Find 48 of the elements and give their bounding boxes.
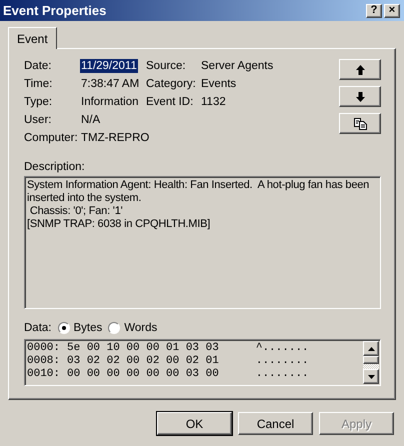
field-value: 7:38:47 AM bbox=[80, 77, 140, 91]
hex-bytes: 03 02 02 00 02 00 02 01 bbox=[67, 355, 219, 368]
dialog-button[interactable]: Cancel bbox=[238, 412, 313, 435]
field-label: Date: bbox=[24, 59, 52, 73]
field-value: 11/29/2011 bbox=[80, 59, 138, 73]
field-label: Category: bbox=[146, 77, 197, 91]
field-value: 1132 bbox=[200, 95, 227, 109]
radio-button[interactable] bbox=[108, 322, 120, 334]
close-button[interactable]: × bbox=[384, 4, 400, 18]
offset-text: 0008: bbox=[27, 355, 60, 368]
ascii-text: ^....... bbox=[256, 342, 309, 355]
offset-text: 0010: bbox=[27, 368, 60, 381]
radio-button[interactable] bbox=[58, 322, 70, 334]
ascii-text: ........ bbox=[256, 355, 309, 368]
scrollbar[interactable] bbox=[363, 341, 379, 384]
field-value: Information bbox=[80, 95, 140, 109]
scroll-up-icon bbox=[368, 346, 374, 350]
dialog-button[interactable]: OK bbox=[157, 412, 232, 435]
help-button[interactable]: ? bbox=[366, 4, 382, 18]
copy-button[interactable] bbox=[339, 113, 381, 134]
description-box[interactable]: System Information Agent: Health: Fan Inserted. A hot-plug fan has been inserted into the system. Chassis: '0'; Fan: '1' [SNMP TRAP: 6038 in CPQHLTH.MIB] bbox=[24, 176, 381, 309]
field-value: Events bbox=[200, 77, 238, 91]
tab[interactable]: Event bbox=[8, 27, 57, 49]
radio-label[interactable]: Words bbox=[124, 322, 158, 334]
field-value: TMZ-REPRO bbox=[80, 131, 150, 145]
next-button[interactable] bbox=[339, 86, 381, 107]
hex-bytes: 5e 00 10 00 00 01 03 03 bbox=[67, 342, 219, 355]
previous-button[interactable] bbox=[339, 59, 381, 80]
field-label: User: bbox=[24, 113, 52, 127]
field-label: Source: bbox=[146, 59, 187, 73]
down-arrow-icon bbox=[356, 92, 364, 102]
up-arrow-icon bbox=[356, 64, 364, 74]
field-value: Server Agents bbox=[200, 59, 274, 73]
field-label: Time: bbox=[24, 77, 54, 91]
data-box[interactable]: 0000: 5e 00 10 00 00 01 03 03 ^....... 0008: 03 02 02 00 02 00 02 01 ........ 0010: 00 00 00 00 00 00 03 00 ........ bbox=[24, 339, 381, 386]
offset-text: 0000: bbox=[27, 342, 60, 355]
hex-bytes: 00 00 00 00 00 00 03 00 bbox=[67, 368, 219, 381]
field-label: Type: bbox=[24, 95, 54, 109]
field-value: N/A bbox=[80, 113, 102, 127]
radio-label[interactable]: Bytes bbox=[74, 322, 102, 334]
scroll-down-icon bbox=[368, 374, 374, 378]
window-title: Event Properties bbox=[3, 3, 108, 18]
description-label: Description: bbox=[24, 161, 86, 173]
field-label: Computer: bbox=[24, 131, 79, 145]
data-label: Data: bbox=[24, 321, 52, 335]
ascii-text: ........ bbox=[256, 368, 309, 381]
copy-icon bbox=[354, 118, 366, 130]
field-label: Event ID: bbox=[146, 95, 194, 109]
